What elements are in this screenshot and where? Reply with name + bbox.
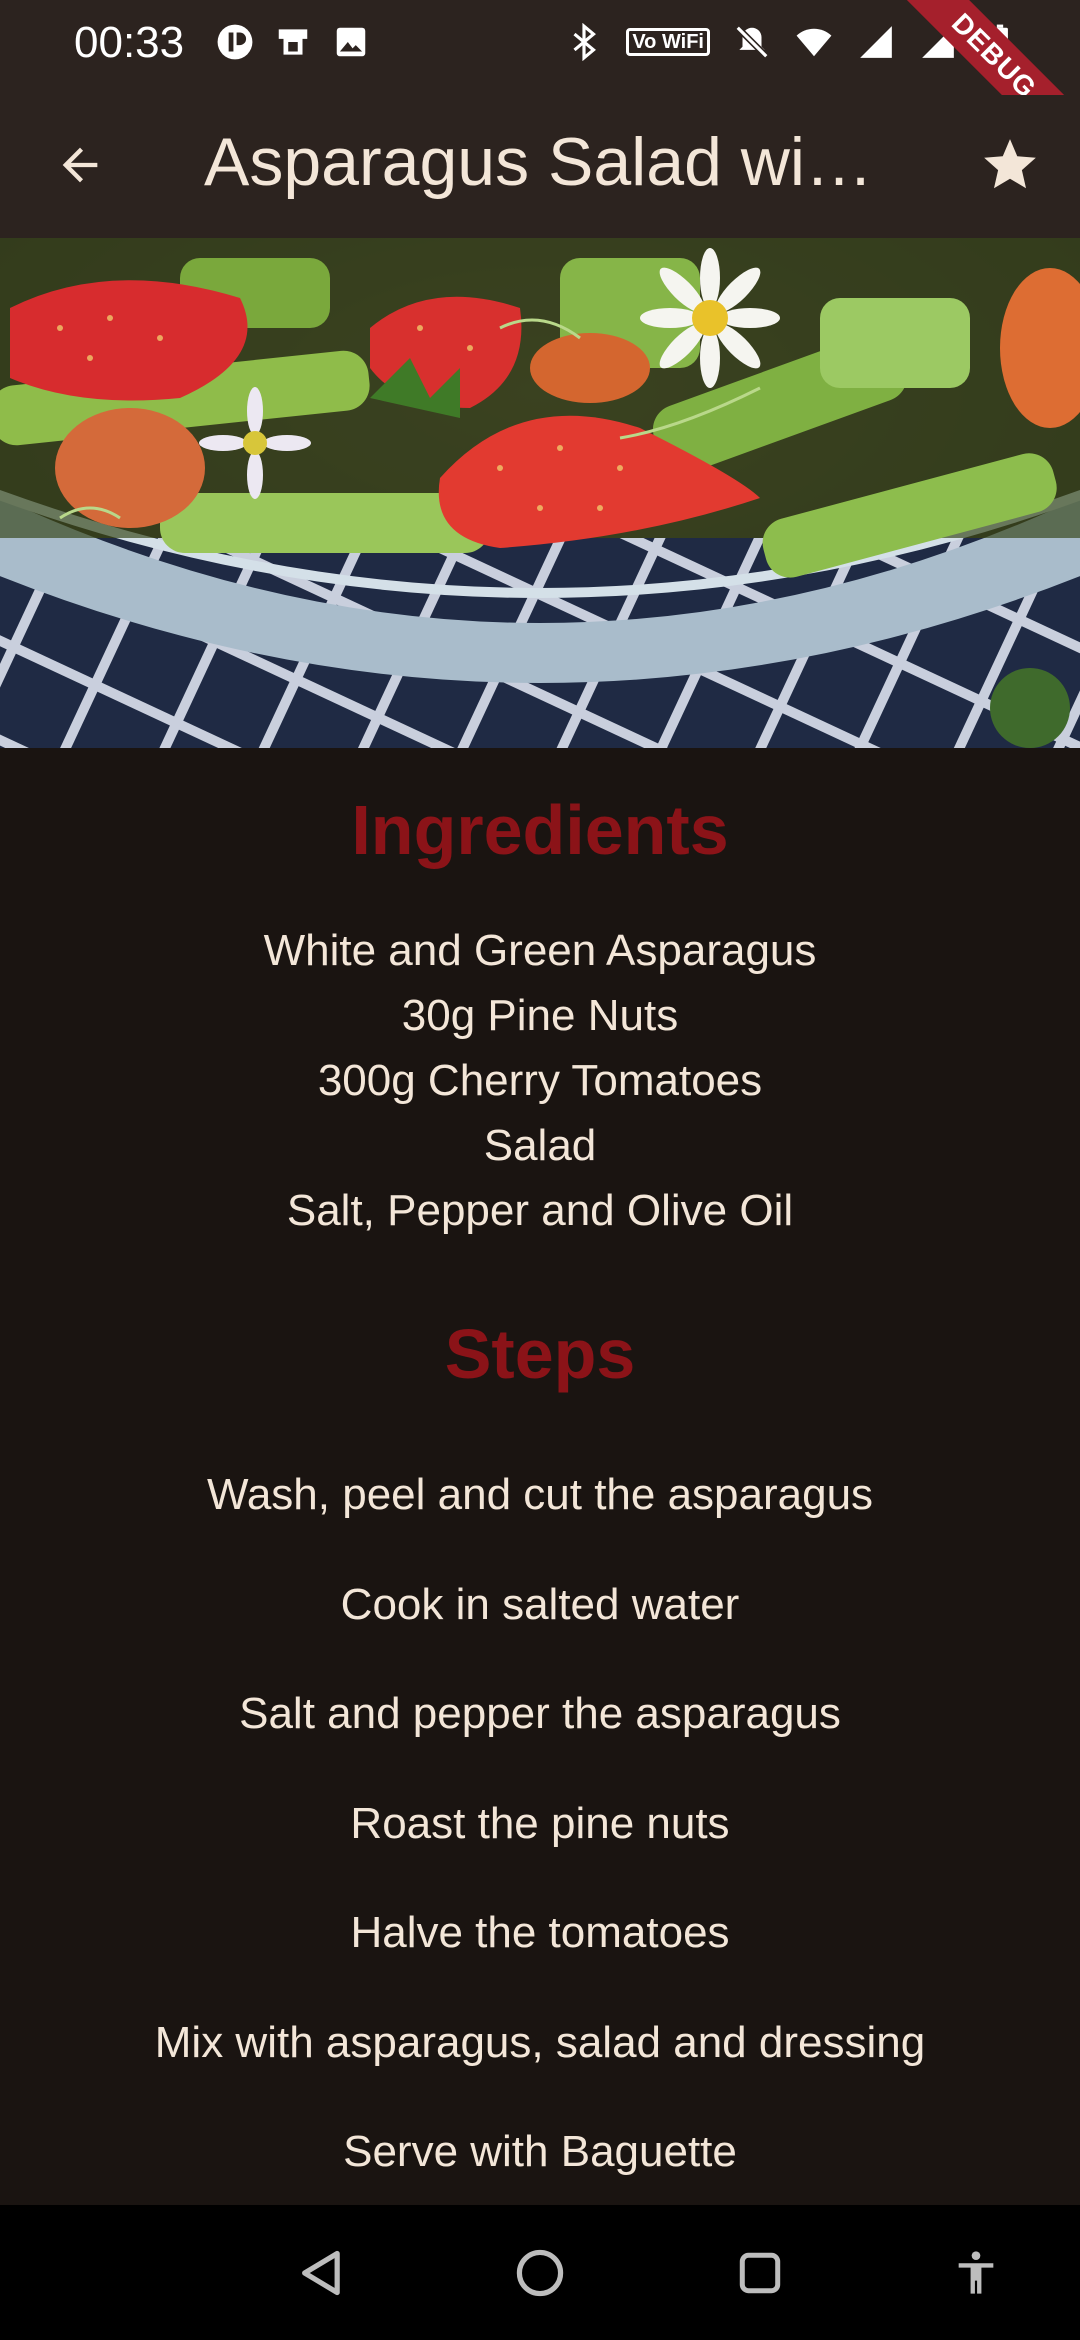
steps-list: Wash, peel and cut the asparagus Cook in… xyxy=(0,1463,1080,2230)
image-icon xyxy=(331,22,371,62)
step-item: Halve the tomatoes xyxy=(350,1908,730,1957)
ingredient-item: 300g Cherry Tomatoes xyxy=(317,1056,763,1105)
nav-home-button[interactable] xyxy=(510,2243,570,2303)
ingredient-item: 30g Pine Nuts xyxy=(401,991,679,1040)
app-bar: Asparagus Salad with Cherry Tomatoes xyxy=(0,95,1080,238)
system-nav-bar xyxy=(0,2205,1080,2340)
favorite-button[interactable] xyxy=(968,123,1052,207)
ingredient-item: Salt, Pepper and Olive Oil xyxy=(286,1186,794,1235)
nav-recents-button[interactable] xyxy=(730,2243,790,2303)
signal-icon xyxy=(856,22,896,62)
wifi-icon xyxy=(794,22,834,62)
ingredient-item: Salad xyxy=(483,1121,597,1170)
home-circle-icon xyxy=(516,2249,564,2297)
ingredients-title: Ingredients xyxy=(351,791,729,869)
step-item: Wash, peel and cut the asparagus xyxy=(206,1470,874,1519)
arrow-back-icon xyxy=(62,147,98,183)
step-item: Mix with asparagus, salad and dressing xyxy=(154,2017,926,2067)
ingredient-item: White and Green Asparagus xyxy=(263,926,817,975)
step-item: Roast the pine nuts xyxy=(350,1798,730,1848)
recents-square-icon xyxy=(739,2252,781,2294)
back-button[interactable] xyxy=(40,125,120,205)
page-title: Asparagus Salad with Cherry Tomatoes xyxy=(204,124,884,200)
pause-icon xyxy=(215,22,255,62)
mute-icon xyxy=(732,22,772,62)
vowifi-icon: Vo WiFi xyxy=(626,28,710,56)
hero-image xyxy=(0,238,1080,748)
sim-icon xyxy=(273,22,313,62)
status-time: 00:33 xyxy=(74,18,185,67)
nav-back-button[interactable] xyxy=(292,2243,352,2303)
star-icon xyxy=(984,139,1036,189)
nav-accessibility-button[interactable] xyxy=(946,2243,1006,2303)
step-item: Cook in salted water xyxy=(340,1579,740,1629)
back-triangle-icon xyxy=(302,2250,340,2296)
accessibility-icon xyxy=(958,2251,994,2294)
step-item: Salt and pepper the asparagus xyxy=(239,1689,841,1738)
status-left-icons xyxy=(215,22,371,62)
ingredients-list: White and Green Asparagus 30g Pine Nuts … xyxy=(0,918,1080,1243)
recipe-content: Ingredients White and Green Asparagus 30… xyxy=(0,748,1080,2205)
status-bar: 00:33 Vo WiFi xyxy=(0,0,1080,95)
bluetooth-icon xyxy=(564,22,604,62)
steps-title: Steps xyxy=(444,1315,636,1393)
